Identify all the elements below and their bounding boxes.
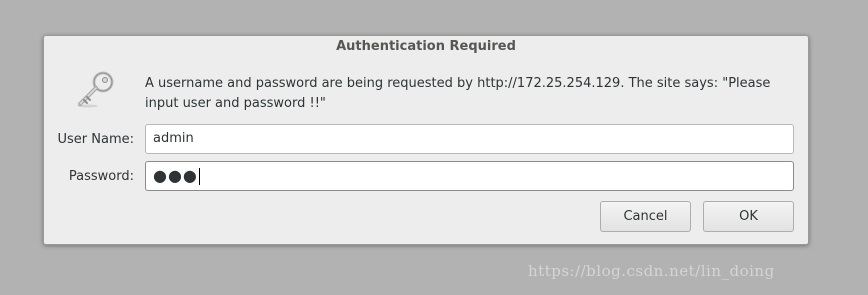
key-icon — [78, 71, 114, 108]
username-label: User Name: — [57, 132, 135, 147]
ok-button[interactable]: OK — [703, 201, 794, 232]
username-field[interactable]: admin — [145, 124, 794, 154]
dialog-message: A username and password are being reques… — [145, 76, 771, 111]
auth-dialog: Authentication Required A username and p… — [43, 35, 809, 245]
watermark: https://blog.csdn.net/lin_doing — [528, 262, 775, 280]
password-label: Password: — [68, 169, 134, 184]
password-field[interactable]: ●●● — [145, 161, 794, 191]
username-value: admin — [153, 131, 194, 146]
cancel-button[interactable]: Cancel — [600, 201, 691, 232]
dialog-title: Authentication Required — [336, 39, 516, 54]
text-caret — [198, 168, 200, 185]
password-mask: ●●● — [153, 166, 198, 185]
